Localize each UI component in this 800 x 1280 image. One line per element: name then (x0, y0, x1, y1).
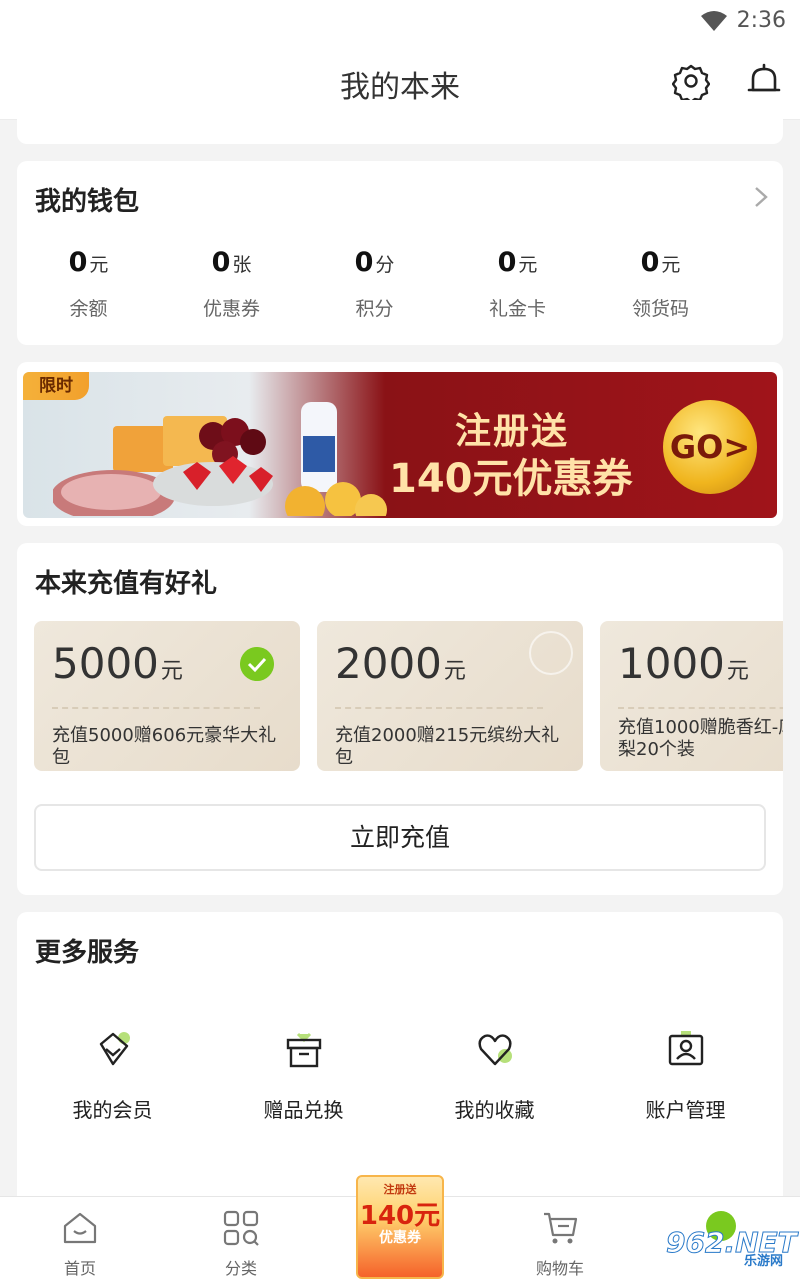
plan-divider (52, 707, 260, 709)
plan-amount-unit: 元 (443, 659, 466, 684)
service-account[interactable]: 账户管理 (590, 1030, 781, 1123)
plan-divider (618, 707, 783, 709)
plan-amount: 2000元 (335, 639, 466, 688)
heart-icon (477, 1034, 512, 1066)
service-label: 账户管理 (645, 1098, 726, 1122)
recharge-card: 本来充值有好礼 5000元 充值5000赠606元豪华大礼包 2000元 充值2… (17, 543, 783, 895)
wallet-item-gift-card[interactable]: 0元 礼金卡 (446, 247, 589, 321)
banner-subheadline: 140元优惠券 (389, 456, 633, 502)
plan-divider (335, 707, 543, 709)
diamond-icon (99, 1032, 130, 1066)
promo-line3: 优惠券 (379, 1230, 421, 1246)
watermark-logo: 962.NET 乐游网 (660, 1226, 798, 1272)
wallet-item-pickup-code[interactable]: 0元 领货码 (589, 247, 732, 321)
wallet-value: 0 (640, 247, 660, 278)
wallet-label: 优惠券 (202, 298, 260, 320)
status-time: 2:36 (736, 8, 786, 33)
plan-desc: 充值1000赠脆香红-库尔勒香梨20个装 (618, 717, 783, 760)
wallet-title: 我的钱包 (35, 187, 140, 217)
wallet-item-coupons[interactable]: 0张 优惠券 (160, 247, 303, 321)
service-gift-exchange[interactable]: 赠品兑换 (208, 1030, 399, 1123)
services-row: 我的会员 赠品兑换 我的收藏 账户管理 (17, 1030, 783, 1123)
tab-label: 分类 (224, 1259, 257, 1278)
watermark-small: 乐游网 (744, 1254, 784, 1269)
banner-card: 限时 注册送 140元优惠券 GO> (17, 362, 783, 526)
status-bar: 2:36 (0, 0, 800, 44)
chevron-right-icon[interactable] (753, 185, 769, 209)
wallet-label: 领货码 (631, 298, 689, 320)
wallet-label: 积分 (355, 298, 394, 320)
services-card: 更多服务 我的会员 赠品兑换 我的收藏 账户管理 (17, 912, 783, 1212)
wallet-value: 0 (211, 247, 231, 278)
plan-desc: 充值5000赠606元豪华大礼包 (52, 725, 277, 768)
home-icon (63, 1212, 97, 1244)
settings-icon[interactable] (672, 62, 710, 100)
tab-cart[interactable]: 购物车 (500, 1209, 620, 1279)
check-icon (240, 647, 274, 681)
tab-category[interactable]: 分类 (181, 1209, 301, 1279)
banner-go-button[interactable]: GO> (663, 400, 757, 494)
scrolled-card-edge (17, 110, 783, 144)
wallet-items: 0元 余额 0张 优惠券 0分 积分 0元 礼金卡 0元 领货码 (17, 247, 733, 321)
wallet-unit: 分 (375, 254, 395, 276)
tab-home[interactable]: 首页 (20, 1209, 140, 1279)
plan-amount: 1000元 (618, 639, 749, 688)
wallet-item-points[interactable]: 0分 积分 (303, 247, 446, 321)
wallet-unit: 元 (661, 254, 681, 276)
wallet-card[interactable]: 我的钱包 0元 余额 0张 优惠券 0分 积分 0元 礼金卡 0元 领货码 (17, 161, 783, 345)
plan-desc: 充值2000赠215元缤纷大礼包 (335, 725, 560, 768)
wallet-value: 0 (354, 247, 374, 278)
wallet-item-balance[interactable]: 0元 余额 (17, 247, 160, 321)
plan-amount-value: 1000 (618, 639, 725, 688)
bell-icon[interactable] (745, 62, 783, 100)
tab-label: 首页 (63, 1259, 96, 1278)
service-label: 赠品兑换 (263, 1098, 344, 1122)
wifi-icon (701, 11, 727, 31)
service-membership[interactable]: 我的会员 (17, 1030, 208, 1123)
plan-amount-value: 2000 (335, 639, 442, 688)
wallet-unit: 张 (232, 254, 252, 276)
plan-amount-value: 5000 (52, 639, 159, 688)
wallet-unit: 元 (89, 254, 109, 276)
recharge-plan-5000[interactable]: 5000元 充值5000赠606元豪华大礼包 (34, 621, 300, 771)
services-title: 更多服务 (35, 938, 140, 968)
wallet-label: 礼金卡 (488, 298, 546, 320)
plan-amount: 5000元 (52, 639, 183, 688)
promo-banner[interactable]: 限时 注册送 140元优惠券 GO> (23, 372, 777, 518)
wallet-value: 0 (68, 247, 88, 278)
cart-icon (544, 1212, 578, 1244)
wallet-unit: 元 (518, 254, 538, 276)
food-illustration (53, 402, 387, 516)
fruit-deco-icon (529, 631, 573, 675)
tab-label: 购物车 (535, 1259, 584, 1278)
service-favorites[interactable]: 我的收藏 (399, 1030, 590, 1123)
service-label: 我的会员 (72, 1098, 153, 1122)
gift-box-icon (286, 1032, 321, 1068)
wallet-value: 0 (497, 247, 517, 278)
recharge-plan-2000[interactable]: 2000元 充值2000赠215元缤纷大礼包 (317, 621, 583, 771)
recharge-now-button[interactable]: 立即充值 (34, 804, 766, 871)
id-card-icon (668, 1031, 703, 1066)
recharge-title: 本来充值有好礼 (35, 569, 218, 599)
wallet-label: 余额 (69, 298, 108, 320)
recharge-plan-1000[interactable]: 1000元 充值1000赠脆香红-库尔勒香梨20个装 (600, 621, 783, 771)
plan-amount-unit: 元 (726, 659, 749, 684)
service-label: 我的收藏 (454, 1098, 535, 1122)
tab-promo-coupon[interactable]: 注册送 140元 优惠券 (356, 1175, 444, 1279)
recharge-plans: 5000元 充值5000赠606元豪华大礼包 2000元 充值2000赠215元… (34, 621, 783, 771)
plan-amount-unit: 元 (160, 659, 183, 684)
title-bar: 我的本来 (0, 44, 800, 120)
category-icon (223, 1210, 259, 1246)
